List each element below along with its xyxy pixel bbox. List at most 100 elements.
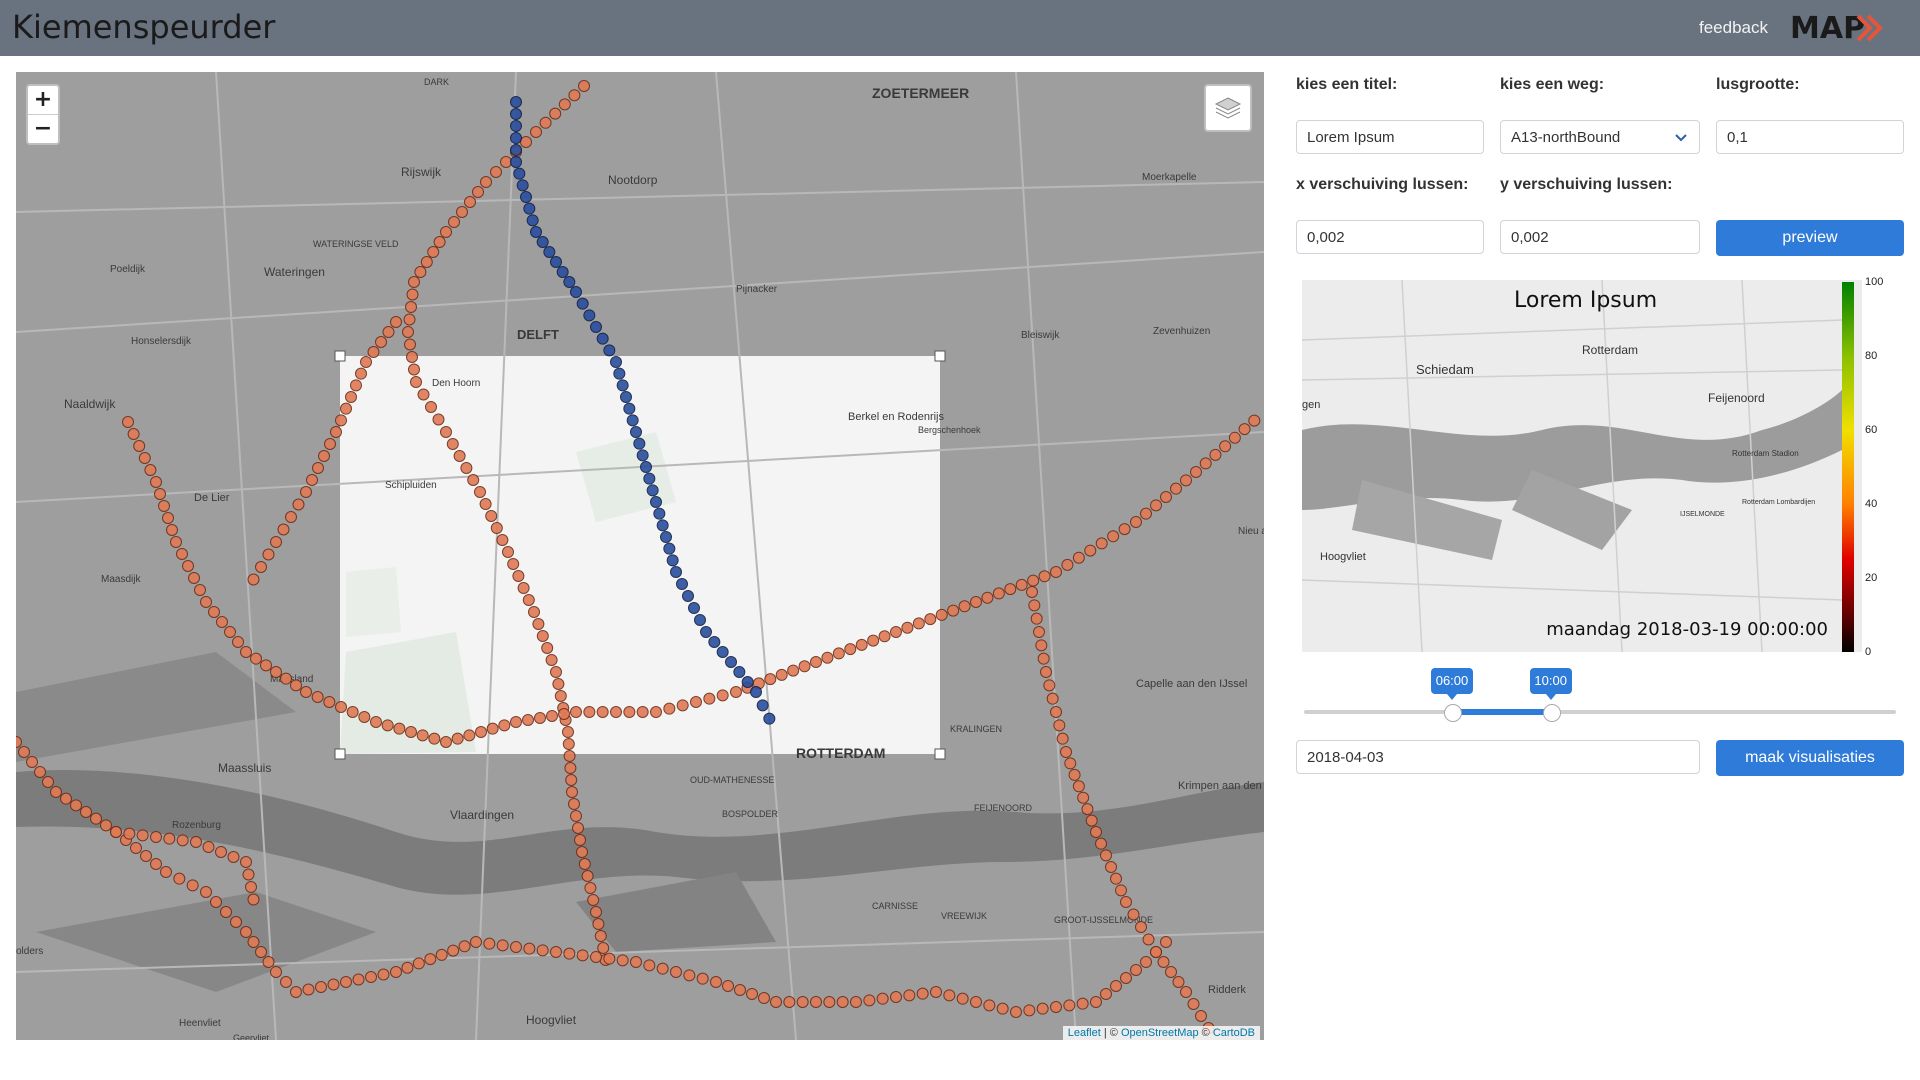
date-input[interactable]: 2018-04-03	[1296, 740, 1700, 774]
loop-detector-dot	[633, 437, 646, 450]
loop-detector-dot	[1084, 544, 1097, 557]
loop-detector-dot	[340, 976, 352, 988]
map-place-label: WATERINGSE VELD	[313, 239, 399, 249]
loop-detector-dot	[150, 476, 162, 488]
layers-button[interactable]	[1204, 84, 1252, 132]
selection-handle[interactable]	[334, 748, 346, 760]
loop-detector-dot	[367, 346, 380, 358]
loop-detector-dot	[210, 896, 222, 908]
x-shift-input[interactable]: 0,002	[1296, 220, 1484, 254]
loop-detector-dot	[1100, 849, 1112, 862]
loop-detector-dot	[496, 939, 509, 952]
cartodb-link[interactable]: CartoDB	[1213, 1027, 1255, 1039]
loop-detector-dot	[733, 666, 746, 678]
loop-detector-dot	[507, 558, 520, 570]
loop-detector-dot	[610, 356, 622, 368]
loop-detector-dot	[1060, 746, 1072, 758]
map-canvas[interactable]: ZOETERMEER Rijswijk Nootdorp Moerkapelle Poe…	[16, 72, 1264, 1040]
loop-detector-dot	[460, 462, 473, 474]
map-place-label: ZOETERMEER	[872, 85, 969, 101]
zoom-in-button[interactable]: +	[28, 86, 58, 114]
map-place-label: Wateringen	[264, 265, 325, 279]
loop-detector-dot	[550, 946, 562, 958]
loop-detector-dot	[70, 799, 82, 812]
time-range-slider[interactable]	[1304, 710, 1896, 714]
loop-detector-dot	[867, 634, 880, 647]
slider-start-handle[interactable]	[1444, 704, 1462, 722]
loop-detector-dot	[190, 836, 202, 848]
map-place-label: Poeldijk	[110, 264, 146, 275]
loop-detector-dot	[474, 486, 486, 498]
loop-detector-dot	[890, 991, 902, 1003]
map-place-label: VREEWIJK	[941, 911, 987, 921]
map-place-label: BOSPOLDER	[722, 809, 779, 819]
loop-detector-dot	[416, 729, 429, 742]
loop-detector-dot	[1180, 986, 1192, 998]
loop-detector-dot	[810, 996, 822, 1008]
loop-detector-dot	[472, 186, 484, 198]
map-view[interactable]: ZOETERMEER Rijswijk Nootdorp Moerkapelle Poe…	[16, 72, 1264, 1040]
colorbar-tick: 60	[1865, 424, 1878, 436]
leaflet-link[interactable]: Leaflet	[1068, 1027, 1101, 1039]
loop-detector-dot	[523, 202, 536, 215]
loop-detector-dot	[1209, 448, 1222, 461]
map-place-label: KRALINGEN	[950, 724, 1002, 734]
title-input[interactable]: Lorem Ipsum	[1296, 120, 1484, 154]
selection-handle[interactable]	[934, 748, 946, 760]
loop-detector-dot	[60, 792, 72, 805]
loop-detector-dot	[315, 981, 327, 993]
preview-place-label: Hoogvliet	[1320, 551, 1366, 563]
loop-detector-dot	[623, 706, 636, 718]
loop-detector-dot	[240, 856, 252, 868]
loop-detector-dot	[1248, 414, 1261, 427]
loop-detector-dot	[653, 507, 666, 520]
loop-detector-dot	[447, 944, 460, 957]
preview-button[interactable]: preview	[1716, 220, 1904, 256]
loop-detector-dot	[1160, 491, 1172, 503]
map-attribution: Leaflet | © OpenStreetMap © CartoDB	[1062, 1026, 1260, 1040]
loop-detector-dot	[603, 952, 616, 965]
loop-detector-dot	[425, 401, 437, 413]
loop-detector-dot	[1195, 1010, 1207, 1022]
map-place-label: Bergschenhoek	[918, 425, 981, 435]
loop-detector-dot	[1072, 551, 1085, 564]
loop-detector-dot	[1085, 814, 1098, 827]
loop-detector-dot	[568, 798, 580, 810]
selection-handle[interactable]	[934, 350, 946, 362]
loop-detector-dot	[381, 719, 394, 732]
selection-handle[interactable]	[334, 350, 346, 362]
loop-detector-dot	[1040, 666, 1052, 678]
loop-detector-dot	[570, 810, 582, 822]
loop-detector-dot	[467, 474, 480, 486]
zoom-out-button[interactable]: −	[28, 114, 58, 143]
loop-detector-dot	[240, 926, 252, 938]
loop-detector-dot	[1026, 586, 1038, 598]
map-logo[interactable]: MAP	[1788, 8, 1884, 48]
loop-detector-dot	[490, 522, 503, 534]
feedback-link[interactable]: feedback	[1699, 18, 1768, 38]
make-visualizations-button[interactable]: maak visualisaties	[1716, 740, 1904, 776]
map-place-label: olders	[16, 946, 43, 957]
layers-icon	[1214, 97, 1242, 119]
loop-detector-dot	[1053, 719, 1066, 732]
loop-detector-dot	[403, 313, 416, 326]
loop-detector-dot	[734, 984, 746, 996]
loop-detector-dot	[247, 936, 260, 948]
loop-detector-dot	[424, 953, 437, 966]
loop-detector-dot	[230, 916, 242, 928]
loop-detector-dot	[722, 980, 734, 992]
loop-detector-dot	[1140, 507, 1152, 520]
loop-detector-dot	[610, 706, 622, 718]
road-select[interactable]: A13-northBound	[1500, 120, 1700, 154]
osm-link[interactable]: OpenStreetMap	[1121, 1027, 1199, 1039]
time-range-selection	[1452, 709, 1551, 715]
slider-end-handle[interactable]	[1542, 704, 1561, 722]
y-shift-input[interactable]: 0,002	[1500, 220, 1700, 254]
loop-detector-dot	[200, 886, 212, 898]
map-place-label: FEIJENOORD	[974, 803, 1033, 813]
loop-detector-dot	[549, 107, 562, 120]
loop-size-input[interactable]: 0,1	[1716, 120, 1904, 154]
loop-detector-dot	[700, 626, 712, 638]
loop-detector-dot	[50, 786, 62, 798]
loop-detector-dot	[1165, 966, 1177, 978]
